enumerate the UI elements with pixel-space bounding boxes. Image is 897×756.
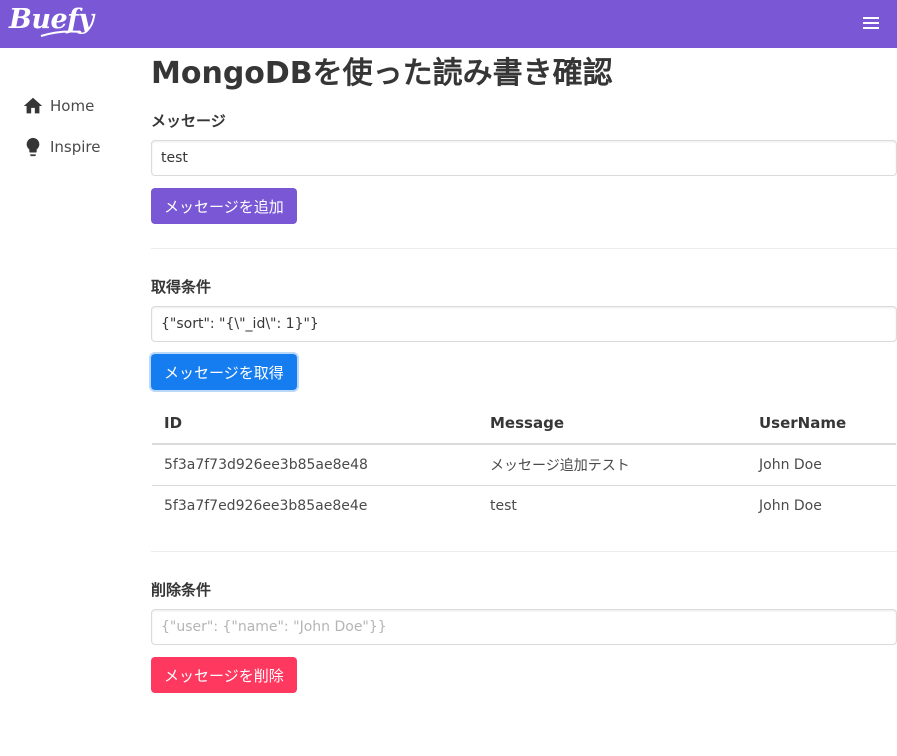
- divider: [151, 551, 897, 552]
- brand-swoosh-icon: [40, 30, 82, 37]
- column-header-id[interactable]: ID: [152, 403, 478, 445]
- delete-message-button[interactable]: メッセージを削除: [151, 657, 297, 693]
- table-row: 5f3a7f7ed926ee3b85ae8e4e test John Doe: [152, 486, 896, 527]
- table-row: 5f3a7f73d926ee3b85ae8e48 メッセージ追加テスト John…: [152, 444, 896, 486]
- column-header-username[interactable]: UserName: [747, 403, 896, 445]
- cell-username: John Doe: [747, 444, 896, 486]
- messages-table: ID Message UserName 5f3a7f73d926ee3b85ae…: [152, 403, 896, 526]
- get-messages-button[interactable]: メッセージを取得: [151, 354, 297, 390]
- sidebar-item-inspire[interactable]: Inspire: [22, 135, 101, 159]
- hamburger-icon[interactable]: [858, 14, 884, 32]
- home-icon: [23, 97, 43, 114]
- page-title: MongoDBを使った読み書き確認: [151, 56, 613, 91]
- sidebar-item-home[interactable]: Home: [22, 94, 94, 118]
- sidebar-item-label: Inspire: [50, 138, 101, 156]
- lightbulb-icon: [26, 137, 40, 157]
- query-condition-input[interactable]: [151, 306, 897, 342]
- delete-condition-label: 削除条件: [151, 581, 212, 599]
- column-header-message[interactable]: Message: [478, 403, 747, 445]
- add-message-button[interactable]: メッセージを追加: [151, 188, 297, 224]
- cell-message: メッセージ追加テスト: [478, 444, 747, 486]
- table-header-row: ID Message UserName: [152, 403, 896, 445]
- divider: [151, 248, 897, 249]
- sidebar-item-label: Home: [50, 97, 95, 115]
- message-input[interactable]: [151, 140, 897, 176]
- cell-message: test: [490, 498, 517, 514]
- navbar: Buefy: [0, 0, 897, 48]
- delete-condition-input[interactable]: [151, 609, 897, 645]
- message-label: メッセージ: [151, 112, 226, 130]
- cell-username: John Doe: [759, 498, 822, 514]
- query-condition-label: 取得条件: [151, 278, 212, 296]
- cell-id: 5f3a7f7ed926ee3b85ae8e4e: [164, 498, 368, 514]
- cell-id: 5f3a7f73d926ee3b85ae8e48: [152, 444, 478, 486]
